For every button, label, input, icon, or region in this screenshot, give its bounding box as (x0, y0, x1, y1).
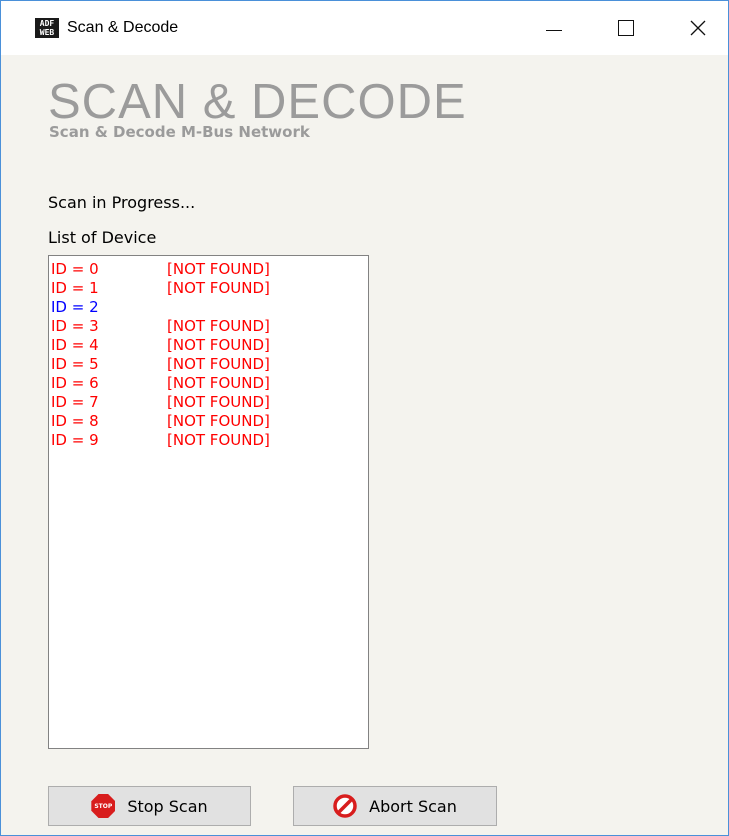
device-list-item[interactable]: ID = 6 [NOT FOUND] (51, 374, 368, 393)
stop-scan-button[interactable]: STOP Stop Scan (48, 786, 251, 826)
device-id: ID = 2 (51, 298, 99, 316)
stop-scan-label: Stop Scan (127, 796, 208, 816)
device-list-item[interactable]: ID = 4 [NOT FOUND] (51, 336, 368, 355)
window-title: Scan & Decode (67, 19, 179, 36)
device-status: [NOT FOUND] (167, 374, 270, 392)
device-list-item[interactable]: ID = 2 (51, 298, 368, 317)
device-id: ID = 0 (51, 260, 99, 278)
prohibited-icon (333, 794, 357, 818)
page-subtitle: Scan & Decode M-Bus Network (49, 123, 310, 141)
device-list-item[interactable]: ID = 3 [NOT FOUND] (51, 317, 368, 336)
device-id: ID = 4 (51, 336, 99, 354)
device-list-label: List of Device (48, 228, 157, 247)
abort-scan-label: Abort Scan (369, 796, 457, 816)
maximize-icon (618, 20, 634, 36)
minimize-button[interactable] (526, 1, 582, 55)
device-list-item[interactable]: ID = 9 [NOT FOUND] (51, 431, 368, 450)
device-list-item[interactable]: ID = 5 [NOT FOUND] (51, 355, 368, 374)
device-listbox[interactable]: ID = 0 [NOT FOUND] ID = 1 [NOT FOUND] ID = 2… (48, 255, 369, 749)
maximize-button[interactable] (598, 1, 654, 55)
scan-status-text: Scan in Progress... (48, 193, 196, 212)
page-title: SCAN & DECODE (48, 75, 467, 129)
abort-scan-button[interactable]: Abort Scan (293, 786, 497, 826)
close-icon (690, 20, 706, 36)
device-id: ID = 1 (51, 279, 99, 297)
device-id: ID = 8 (51, 412, 99, 430)
device-status: [NOT FOUND] (167, 393, 270, 411)
device-id: ID = 7 (51, 393, 99, 411)
device-id: ID = 3 (51, 317, 99, 335)
scan-decode-window: ADF WEB Scan & Decode SCAN & DECODE Scan… (0, 0, 729, 836)
device-status: [NOT FOUND] (167, 355, 270, 373)
device-list-item[interactable]: ID = 0 [NOT FOUND] (51, 260, 368, 279)
minimize-icon (546, 29, 562, 31)
device-status: [NOT FOUND] (167, 260, 270, 278)
device-id: ID = 5 (51, 355, 99, 373)
stop-sign-icon: STOP (91, 794, 116, 818)
device-list-item[interactable]: ID = 7 [NOT FOUND] (51, 393, 368, 412)
device-list-item[interactable]: ID = 1 [NOT FOUND] (51, 279, 368, 298)
device-status: [NOT FOUND] (167, 431, 270, 449)
device-list-item[interactable]: ID = 8 [NOT FOUND] (51, 412, 368, 431)
close-button[interactable] (670, 1, 726, 55)
device-id: ID = 6 (51, 374, 99, 392)
device-status: [NOT FOUND] (167, 317, 270, 335)
device-id: ID = 9 (51, 431, 99, 449)
adfweb-logo-icon: ADF WEB (35, 18, 59, 38)
device-status: [NOT FOUND] (167, 412, 270, 430)
device-status: [NOT FOUND] (167, 279, 270, 297)
device-status: [NOT FOUND] (167, 336, 270, 354)
title-bar[interactable]: ADF WEB Scan & Decode (1, 1, 728, 55)
